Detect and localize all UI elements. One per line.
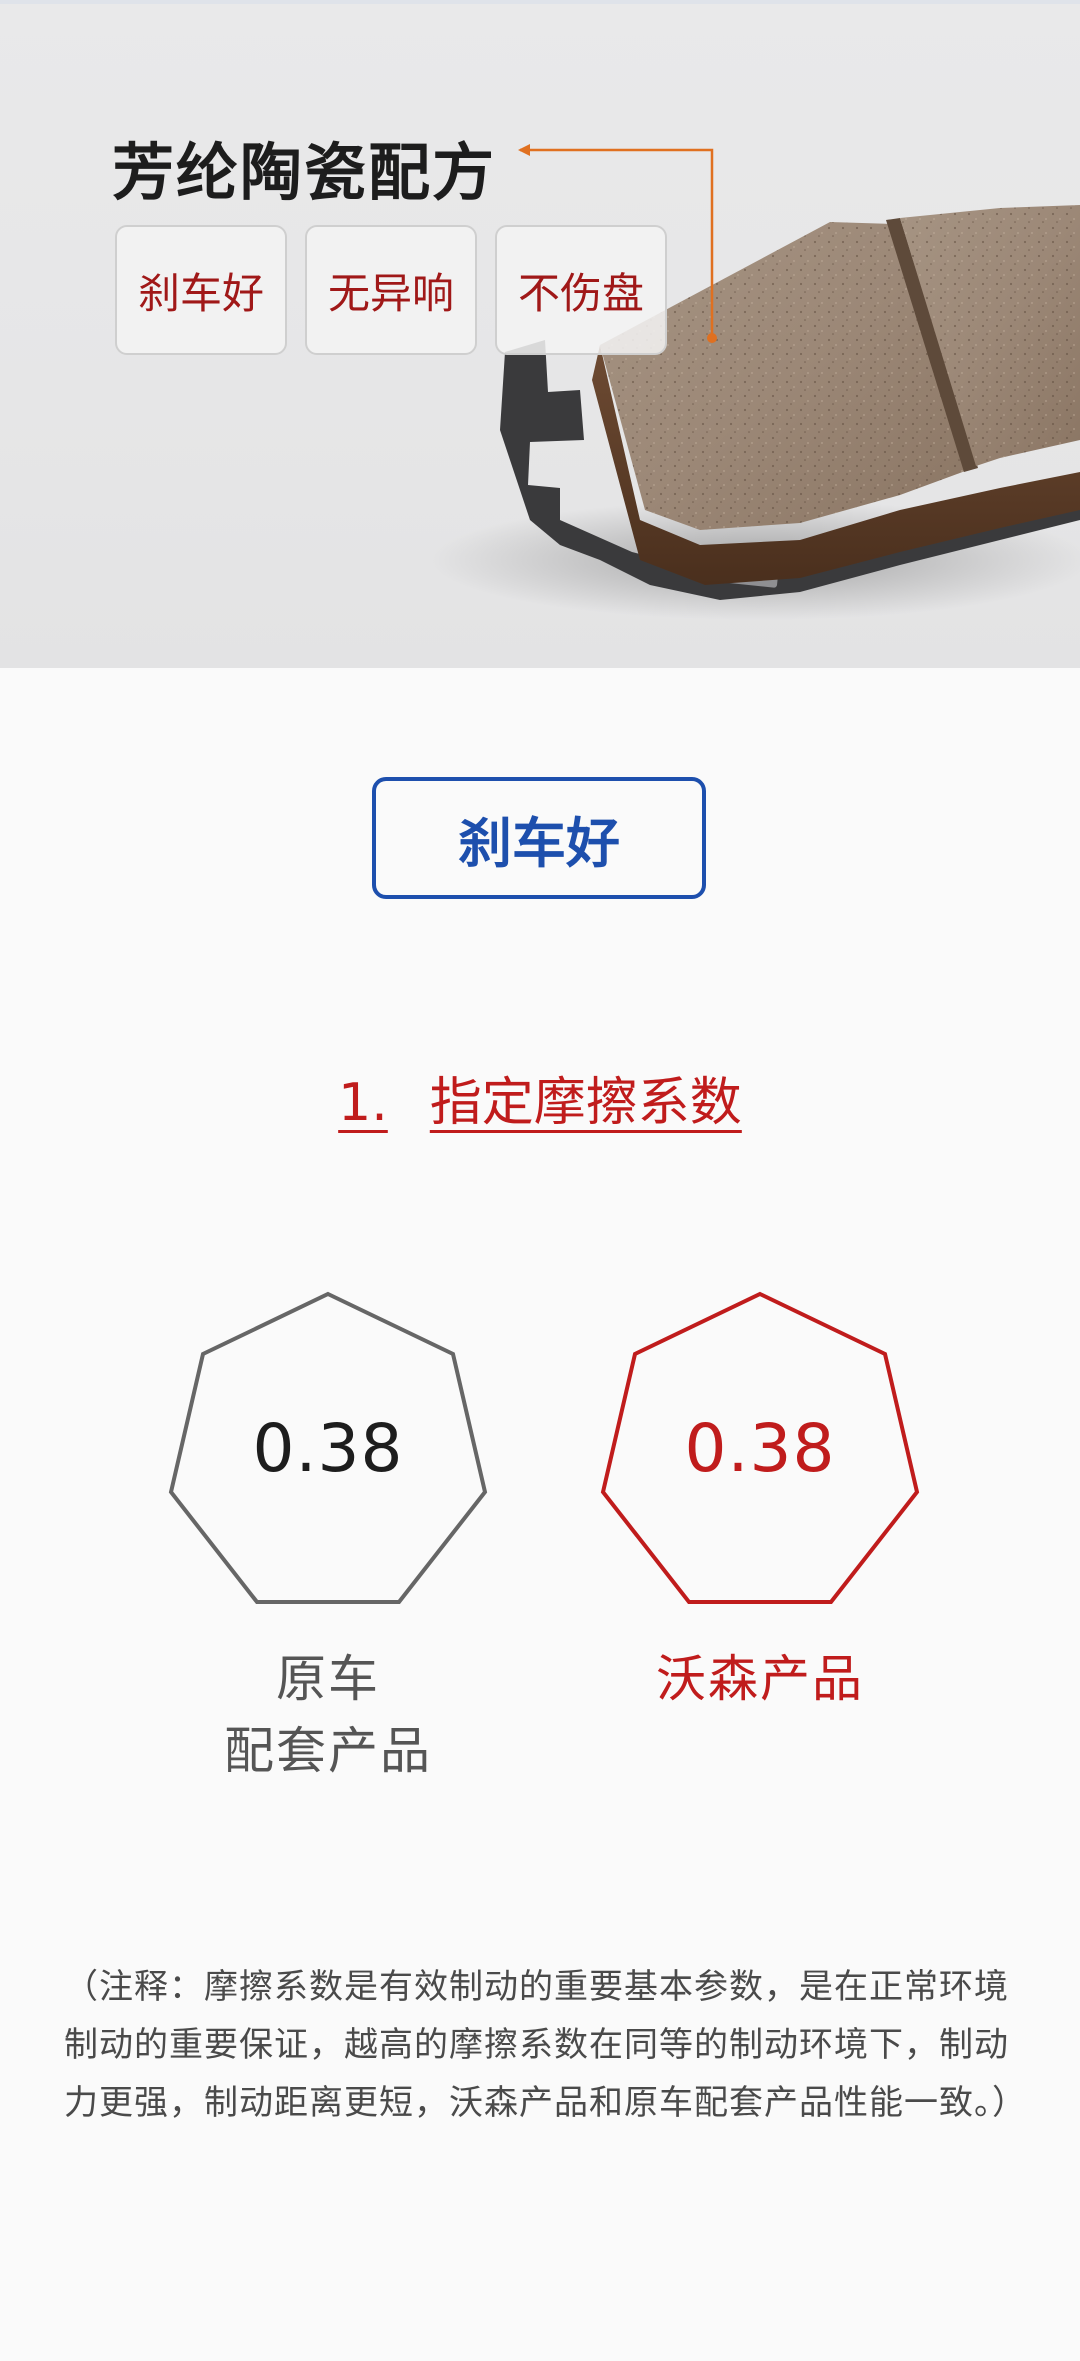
tag-rotor-safe: 不伤盘	[495, 225, 667, 355]
oem-caption: 原车 配套产品	[148, 1643, 508, 1787]
hero-title: 芳纶陶瓷配方	[112, 136, 497, 209]
oem-caption-line2: 配套产品	[224, 1722, 432, 1780]
watson-caption: 沃森产品	[580, 1643, 940, 1715]
watson-caption-line1: 沃森产品	[656, 1650, 864, 1708]
footnote-line2: 制动的重要保证，越高的摩擦系数在同等的制动环境下，制动	[64, 2025, 1009, 2065]
oem-coefficient-value: 0.38	[252, 1410, 404, 1487]
footnote-line1: （注释：摩擦系数是有效制动的重要基本参数，是在正常环境	[64, 1967, 1009, 2007]
tag-no-noise: 无异响	[305, 225, 477, 355]
metric-heading-text: 指定摩擦系数	[429, 1073, 742, 1133]
hero-banner: 芳纶陶瓷配方 刹车好 无异响 不伤盘	[0, 0, 1080, 668]
feature-tags: 刹车好 无异响 不伤盘	[115, 225, 667, 355]
tag-good-braking: 刹车好	[115, 225, 287, 355]
oem-caption-line1: 原车	[276, 1650, 380, 1708]
metric-heading-number: 1.	[338, 1073, 388, 1133]
watson-coefficient-value: 0.38	[684, 1410, 836, 1487]
metric-heading: 1. 指定摩擦系数	[0, 1060, 1080, 1135]
footnote-line3: 力更强，制动距离更短，沃森产品和原车配套产品性能一致。）	[64, 2083, 1027, 2123]
footnote: （注释：摩擦系数是有效制动的重要基本参数，是在正常环境 制动的重要保证，越高的摩…	[64, 1958, 1044, 2132]
section-badge: 刹车好	[372, 777, 706, 899]
